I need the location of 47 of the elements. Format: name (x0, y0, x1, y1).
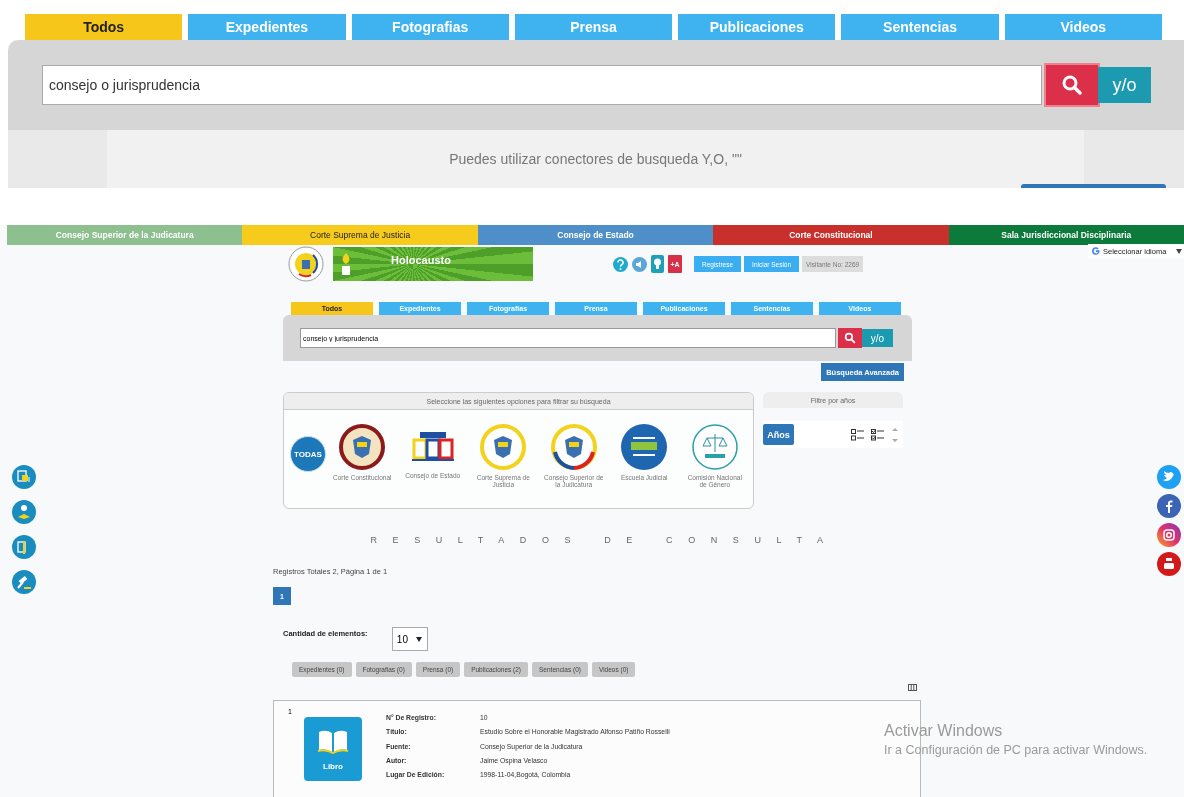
search-icon (844, 332, 856, 344)
search-icon (1061, 74, 1083, 96)
search-button[interactable] (1046, 65, 1098, 105)
unchecked-list-icon[interactable] (851, 428, 865, 441)
connector-button[interactable]: y/o (862, 329, 893, 347)
record-type: Libro (323, 761, 343, 771)
twitter-icon[interactable] (1157, 465, 1181, 489)
g-logo-icon (1091, 246, 1101, 256)
instagram-icon[interactable] (1157, 523, 1181, 547)
connector-button[interactable]: y/o (1098, 67, 1151, 103)
media-icon[interactable] (12, 465, 36, 489)
court-link[interactable]: Corte Suprema de Justicia (242, 225, 478, 245)
hint-text: Puedes utilizar conectores de busqueda Y,O, "" (449, 151, 742, 167)
archive-icon[interactable] (12, 535, 36, 559)
torch-icon (339, 252, 353, 276)
years-button[interactable]: Años (763, 424, 794, 445)
speaker-icon[interactable] (632, 256, 647, 272)
seal-icon[interactable] (339, 424, 386, 470)
help-icon[interactable] (613, 256, 628, 272)
category-tab[interactable]: Todos (25, 14, 183, 40)
banner-title: Holocausto (391, 254, 451, 266)
holocaust-banner[interactable]: Holocausto (333, 247, 533, 281)
category-tab[interactable]: Videos (1004, 14, 1162, 40)
caret-icon (1176, 248, 1182, 254)
category-tab[interactable]: Expedientes (188, 14, 346, 40)
all-filter-button[interactable]: TODAS (290, 436, 326, 472)
school-seal-icon[interactable] (621, 424, 668, 470)
category-tab[interactable]: Sentencias (841, 14, 999, 40)
checked-list-icon[interactable] (871, 428, 885, 441)
scale-seal-icon[interactable] (691, 424, 738, 470)
caret-icon (416, 636, 423, 642)
results-heading: RESULTADOS DE CONSULTA (369, 535, 840, 545)
category-tab[interactable]: Prensa (514, 14, 673, 40)
category-tab[interactable]: Fotografias (351, 14, 509, 40)
lightbulb-icon[interactable] (651, 255, 664, 273)
reader-icon[interactable] (12, 500, 36, 524)
facebook-icon[interactable] (1157, 494, 1181, 518)
search-field[interactable]: consejo o jurisprudencia (42, 65, 1042, 105)
search-button[interactable] (838, 328, 862, 348)
book-tile[interactable]: Libro (304, 717, 362, 781)
court-link[interactable]: Consejo de Estado (477, 225, 714, 245)
court-link[interactable]: Sala Jurisdiccional Disciplinaria (948, 225, 1184, 245)
gavel-icon[interactable] (12, 570, 36, 594)
court-link[interactable]: Corte Constitucional (713, 225, 949, 245)
columns-icon[interactable] (908, 684, 917, 691)
page-size-select[interactable]: 10 (391, 627, 428, 651)
category-tab[interactable]: Publicaciones (678, 14, 836, 40)
